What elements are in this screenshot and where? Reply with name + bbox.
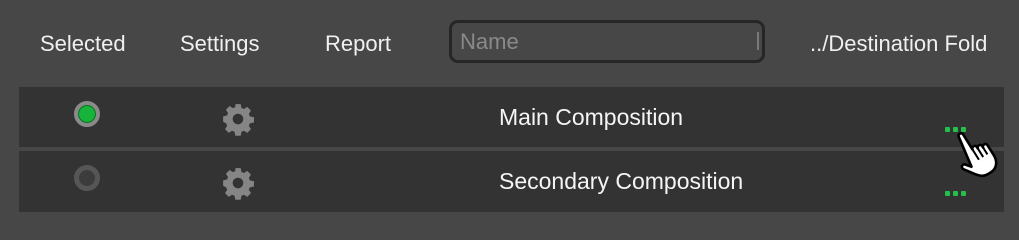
resize-handle xyxy=(757,32,759,50)
table-header: Selected Settings Report ../Destination … xyxy=(0,0,1019,86)
selected-radio[interactable] xyxy=(74,165,100,191)
name-search-box[interactable] xyxy=(449,20,765,63)
column-header-report[interactable]: Report xyxy=(325,30,391,58)
column-header-settings[interactable]: Settings xyxy=(180,30,260,58)
more-dots-icon[interactable] xyxy=(945,119,975,132)
table-row[interactable]: Secondary Composition xyxy=(19,151,1004,212)
column-header-destination[interactable]: ../Destination Fold xyxy=(810,30,1019,58)
more-dots-icon[interactable] xyxy=(945,183,975,196)
gear-icon[interactable] xyxy=(221,166,255,200)
gear-icon[interactable] xyxy=(221,102,255,136)
selected-radio[interactable] xyxy=(74,101,100,127)
composition-name: Main Composition xyxy=(499,104,684,130)
composition-name: Secondary Composition xyxy=(499,168,744,194)
table-row[interactable]: Main Composition xyxy=(19,87,1004,147)
name-search-input[interactable] xyxy=(458,27,754,57)
column-header-selected[interactable]: Selected xyxy=(40,30,126,58)
